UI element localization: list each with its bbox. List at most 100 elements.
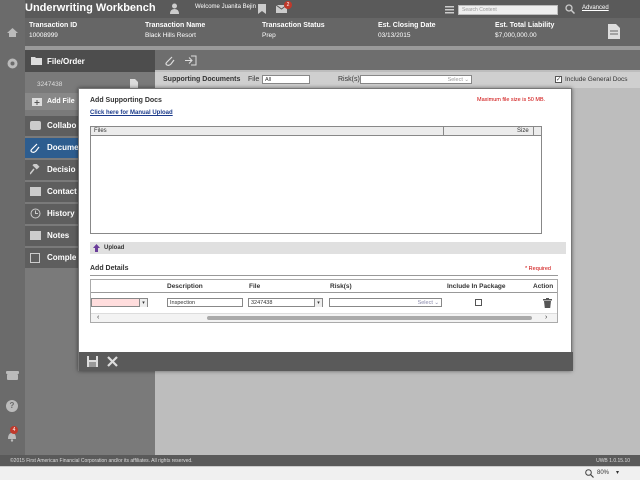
file-order-title: File/Order (47, 57, 85, 66)
tx-header-status: Transaction Status (262, 22, 325, 29)
folder-icon (31, 56, 42, 65)
add-file-icon (32, 97, 42, 106)
files-col-header: Files (94, 128, 107, 134)
risks-col-header: Risk(s) (330, 283, 352, 290)
alert-badge: 4 (10, 426, 18, 434)
size-col-header: Size (517, 128, 529, 134)
gavel-icon (29, 162, 41, 175)
file-select[interactable]: 3247438 ▾ (248, 298, 323, 307)
tx-value-closing: 03/13/2015 (378, 32, 411, 39)
action-col-header: Action (533, 283, 554, 290)
risks-select[interactable]: Select ⌄ (329, 298, 442, 307)
supporting-docs-bar: Supporting Documents File All Risk(s) Se… (155, 72, 640, 88)
copyright-text: ©2015 First American Financial Corporati… (10, 458, 193, 464)
upload-button[interactable]: Upload (90, 242, 566, 254)
zoom-level[interactable]: 80% (597, 470, 609, 476)
top-bar: Underwriting Workbench Welcome Juanita B… (25, 0, 640, 18)
manual-upload-link[interactable]: Click here for Manual Upload (90, 110, 173, 116)
browser-status-bar: 80% ▾ (0, 466, 640, 480)
horizontal-scrollbar[interactable]: ‹ › (91, 313, 557, 322)
description-input[interactable]: Inspection (167, 298, 243, 307)
add-details-title: Add Details (90, 265, 129, 272)
search-icon[interactable] (565, 4, 576, 15)
nav-label: Contact (47, 187, 77, 196)
chevron-down-icon: ▾ (139, 299, 147, 307)
files-table-header: Files Size (91, 127, 541, 136)
size-col-divider (533, 127, 534, 136)
tx-header-closing: Est. Closing Date (378, 22, 436, 29)
details-header-divider (91, 292, 557, 293)
modal-footer (79, 352, 573, 371)
file-col-header: File (249, 283, 261, 290)
notes-icon (30, 231, 41, 240)
add-details-divider (90, 275, 558, 276)
add-file-label: Add File (47, 98, 75, 105)
nav-label: Docume (47, 143, 79, 152)
welcome-text: Welcome Juanita Bejin (195, 4, 256, 10)
notification-badge: 2 (284, 1, 292, 9)
help-icon[interactable]: ? (6, 400, 18, 412)
transaction-bar: Transaction ID Transaction Name Transact… (25, 18, 640, 46)
search-menu-icon[interactable] (445, 6, 454, 14)
risks-value: Select (417, 300, 433, 306)
nav-label: Decisio (47, 165, 76, 174)
risks-filter-select[interactable]: Select ⌄ (360, 75, 472, 84)
phone-icon[interactable] (6, 370, 19, 381)
checklist-icon (30, 253, 40, 263)
risks-filter-placeholder: Select (447, 77, 463, 83)
scroll-thumb[interactable] (207, 316, 532, 320)
include-general-checkbox[interactable]: ✓ (555, 76, 562, 83)
advanced-search-link[interactable]: Advanced (582, 5, 609, 11)
save-icon[interactable] (87, 356, 98, 367)
file-filter-label: File (248, 76, 260, 83)
chat-icon (30, 121, 41, 130)
nav-label: Collabo (47, 121, 77, 130)
login-icon[interactable] (185, 55, 197, 66)
upload-arrow-icon (93, 244, 100, 252)
tx-value-status: Prep (262, 32, 276, 39)
close-icon[interactable] (107, 356, 118, 367)
file-filter-select[interactable]: All (262, 75, 310, 84)
include-package-checkbox[interactable] (475, 299, 482, 306)
files-table: Files Size (90, 126, 542, 234)
zoom-icon (585, 469, 594, 478)
tx-header-id: Transaction ID (29, 22, 78, 29)
required-note: * Required (525, 266, 551, 272)
page-footer: ©2015 First American Financial Corporati… (0, 455, 640, 466)
order-number: 3247438 (37, 81, 63, 88)
home-icon[interactable] (6, 27, 19, 38)
user-icon[interactable] (170, 3, 179, 14)
tx-value-id: 10008999 (29, 32, 58, 39)
upload-label: Upload (104, 245, 125, 251)
details-grid: Description File Risk(s) Include In Pack… (90, 279, 558, 323)
paperclip-icon (30, 142, 40, 153)
chevron-down-icon: ▾ (314, 299, 322, 307)
tx-value-liability: $7,000,000.00 (495, 32, 537, 39)
nav-label: History (47, 209, 75, 218)
scroll-right-arrow[interactable]: › (545, 314, 547, 321)
tx-value-name: Black Hills Resort (145, 32, 196, 39)
max-size-note: Maximum file size is 50 MB. (477, 97, 546, 103)
tx-header-name: Transaction Name (145, 22, 206, 29)
description-value: Inspection (170, 300, 196, 306)
contacts-icon (30, 187, 41, 196)
risks-filter-label: Risk(s) (338, 76, 360, 83)
trash-icon[interactable] (543, 298, 552, 308)
gear-icon[interactable] (6, 57, 19, 70)
scroll-left-arrow[interactable]: ‹ (97, 314, 99, 321)
document-icon[interactable] (608, 24, 620, 39)
search-input[interactable]: Search Content (458, 5, 558, 15)
bookmark-icon[interactable] (258, 4, 266, 14)
files-col-divider (443, 127, 444, 136)
icon-sidebar: ? 4 (0, 0, 25, 455)
nav-label: Notes (47, 231, 70, 240)
nav-label: Comple (47, 253, 77, 262)
supporting-docs-label: Supporting Documents (163, 76, 241, 83)
doc-type-select[interactable]: ▾ (91, 298, 148, 307)
attach-icon[interactable] (165, 55, 175, 66)
description-col-header: Description (167, 283, 203, 290)
tx-header-liability: Est. Total Liability (495, 22, 555, 29)
zoom-dropdown-icon[interactable]: ▾ (616, 469, 619, 476)
app-title: Underwriting Workbench (25, 2, 156, 14)
clock-icon (30, 208, 41, 219)
